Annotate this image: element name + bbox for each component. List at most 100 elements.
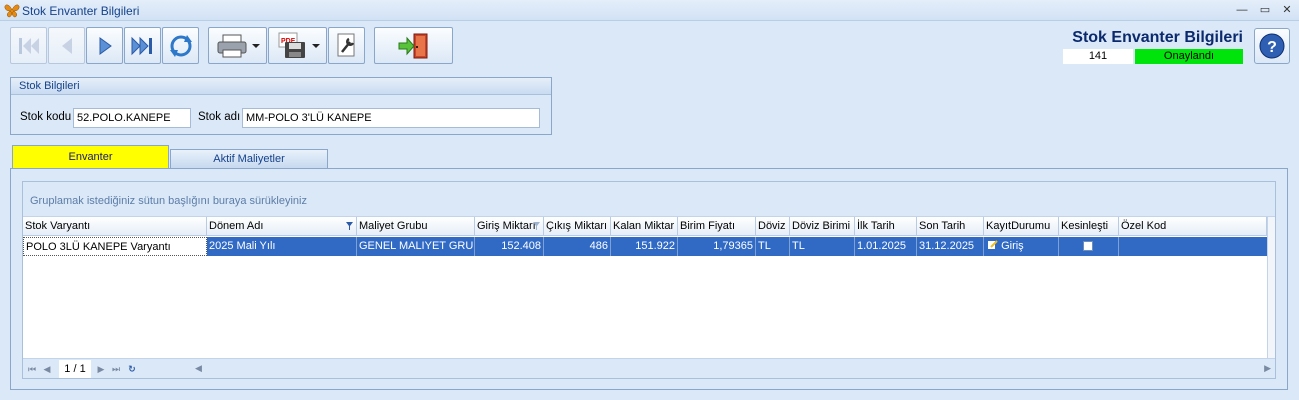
refresh-icon	[169, 34, 192, 57]
table-cell-kesinlesti[interactable]	[1059, 237, 1119, 256]
print-button[interactable]	[208, 27, 267, 64]
column-header-ilk-tarih[interactable]: İlk Tarih	[855, 217, 917, 236]
column-header-kesinlesti[interactable]: Kesinleşti	[1059, 217, 1119, 236]
table-cell[interactable]: 31.12.2025	[917, 237, 984, 256]
scroll-left-icon[interactable]: ◀	[195, 363, 202, 374]
table-cell[interactable]	[1119, 237, 1267, 256]
settings-button[interactable]	[328, 27, 365, 64]
exit-door-icon	[398, 33, 427, 58]
column-label: Birim Fiyatı	[680, 220, 735, 232]
record-count: 141	[1063, 49, 1133, 64]
table-cell[interactable]: 486	[544, 237, 611, 256]
column-header-giris-miktari[interactable]: Giriş Miktarı	[475, 217, 544, 236]
column-header-kayit-durumu[interactable]: KayıtDurumu	[984, 217, 1059, 236]
column-header-son-tarih[interactable]: Son Tarih	[917, 217, 984, 236]
pdf-save-icon: PDF	[278, 32, 320, 58]
horizontal-scrollbar[interactable]: ◀ ▶	[195, 361, 1273, 376]
column-label: Son Tarih	[919, 220, 966, 232]
stok-adi-field[interactable]: MM-POLO 3'LÜ KANEPE	[242, 108, 540, 128]
group-title: Stok Bilgileri	[19, 80, 80, 92]
table-cell[interactable]: 1,79365	[678, 237, 756, 256]
scroll-right-icon[interactable]: ▶	[1264, 363, 1271, 374]
column-header-cikis-miktari[interactable]: Çıkış Miktarı	[544, 217, 611, 236]
column-header-birim-fiyati[interactable]: Birim Fiyatı	[678, 217, 756, 236]
table-cell[interactable]: TL	[756, 237, 790, 256]
minimize-button[interactable]: —	[1232, 2, 1252, 18]
table-cell[interactable]: 151.922	[611, 237, 678, 256]
column-header-doviz-birimi[interactable]: Döviz Birimi	[790, 217, 855, 236]
window-title: Stok Envanter Bilgileri	[22, 4, 140, 18]
column-header-doviz[interactable]: Döviz	[756, 217, 790, 236]
grid-navigator: ⏮ ◀ 1 / 1 ▶ ⏭ ↻ ◀ ▶	[23, 358, 1275, 378]
previous-icon	[61, 37, 72, 54]
table-cell[interactable]: POLO 3LÜ KANEPE Varyantı	[23, 237, 207, 256]
filter-icon[interactable]	[533, 222, 540, 230]
column-label: Özel Kod	[1121, 220, 1167, 232]
column-label: Dönem Adı	[209, 220, 264, 232]
form-title: Stok Envanter Bilgileri	[1072, 29, 1243, 46]
column-label: Döviz	[758, 220, 786, 232]
column-label: Maliyet Grubu	[359, 220, 428, 232]
group-header: Stok Bilgileri	[11, 78, 551, 95]
table-cell[interactable]: 152.408	[475, 237, 544, 256]
table-cell-kayit-durumu[interactable]: Giriş	[984, 237, 1059, 256]
column-label: Stok Varyantı	[25, 220, 91, 232]
tab-envanter[interactable]: Envanter	[12, 145, 169, 168]
group-by-panel[interactable]: Gruplamak istediğiniz sütun başlığını bu…	[23, 182, 1275, 217]
help-icon: ?	[1259, 33, 1285, 59]
help-button[interactable]: ?	[1254, 28, 1290, 64]
group-by-hint: Gruplamak istediğiniz sütun başlığını bu…	[30, 195, 307, 207]
refresh-button[interactable]	[162, 27, 199, 64]
inventory-grid: Gruplamak istediğiniz sütun başlığını bu…	[22, 181, 1276, 379]
filter-icon[interactable]	[346, 222, 353, 230]
column-label: Kalan Miktar	[613, 220, 675, 232]
column-header-kalan-miktar[interactable]: Kalan Miktar	[611, 217, 678, 236]
column-label: Kesinleşti	[1061, 220, 1109, 232]
kayit-durumu-value: Giriş	[1001, 240, 1024, 252]
table-cell[interactable]: 1.01.2025	[855, 237, 917, 256]
column-label: Giriş Miktarı	[477, 220, 536, 232]
export-pdf-button[interactable]: PDF	[268, 27, 327, 64]
kesinlesti-checkbox[interactable]	[1083, 241, 1093, 251]
vertical-scrollbar[interactable]	[1267, 217, 1275, 358]
next-icon	[99, 36, 112, 55]
nav-first-icon[interactable]: ⏮	[26, 362, 38, 376]
table-cell[interactable]: 2025 Mali Yılı	[207, 237, 357, 256]
column-header-stok-varyanti[interactable]: Stok Varyantı	[23, 217, 207, 236]
edit-icon	[988, 240, 998, 249]
last-record-button[interactable]	[124, 27, 161, 64]
stok-adi-label: Stok adı	[198, 111, 241, 123]
column-header-ozel-kod[interactable]: Özel Kod	[1119, 217, 1267, 236]
column-label: KayıtDurumu	[986, 220, 1051, 232]
column-label: İlk Tarih	[857, 220, 895, 232]
next-record-button[interactable]	[86, 27, 123, 64]
nav-prev-icon[interactable]: ◀	[41, 362, 53, 376]
page-indicator: 1 / 1	[59, 360, 91, 378]
column-label: Çıkış Miktarı	[546, 220, 608, 232]
svg-text:?: ?	[1267, 39, 1277, 56]
status-badge: Onaylandı	[1135, 49, 1243, 64]
tab-aktif-maliyetler[interactable]: Aktif Maliyetler	[170, 149, 328, 168]
butterfly-logo-icon	[4, 4, 20, 18]
wrench-document-icon	[337, 33, 354, 56]
stok-kodu-label: Stok kodu	[20, 111, 72, 123]
nav-next-icon[interactable]: ▶	[95, 362, 107, 376]
printer-icon	[217, 34, 260, 57]
column-label: Döviz Birimi	[792, 220, 851, 232]
previous-record-button[interactable]	[48, 27, 85, 64]
exit-button[interactable]	[374, 27, 453, 64]
title-bar: Stok Envanter Bilgileri — ▭ ✕	[0, 0, 1299, 21]
stok-info-group: Stok Bilgileri Stok kodu 52.POLO.KANEPE …	[10, 77, 552, 135]
maximize-button[interactable]: ▭	[1255, 2, 1275, 18]
column-header-donem-adi[interactable]: Dönem Adı	[207, 217, 357, 236]
first-icon	[18, 37, 39, 54]
first-record-button[interactable]	[10, 27, 47, 64]
table-cell[interactable]: TL	[790, 237, 855, 256]
nav-last-icon[interactable]: ⏭	[110, 362, 122, 376]
table-cell[interactable]: GENEL MALIYET GRUBU	[357, 237, 475, 256]
last-icon	[131, 36, 152, 55]
nav-refresh-icon[interactable]: ↻	[126, 362, 138, 376]
stok-kodu-field[interactable]: 52.POLO.KANEPE	[73, 108, 191, 128]
close-button[interactable]: ✕	[1277, 2, 1297, 18]
column-header-maliyet-grubu[interactable]: Maliyet Grubu	[357, 217, 475, 236]
